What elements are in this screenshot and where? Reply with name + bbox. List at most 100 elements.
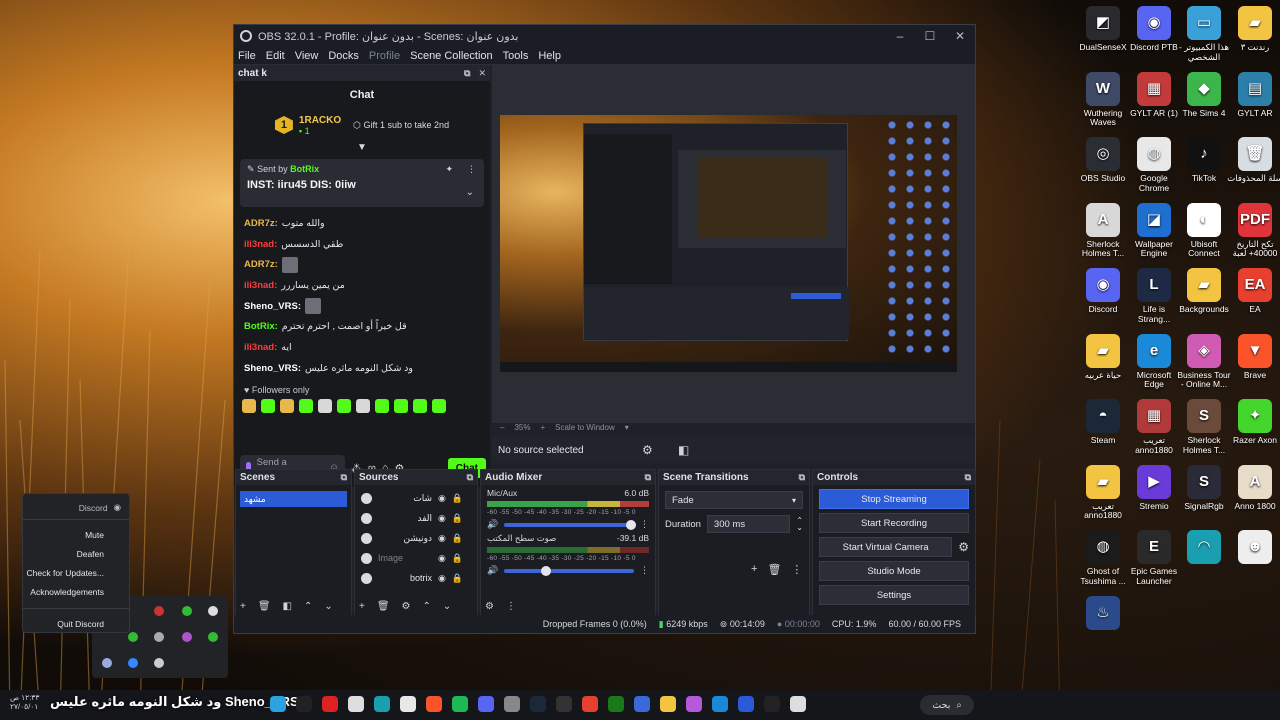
zoom-level[interactable]: 35% [514,423,530,432]
lock-icon[interactable]: 🔒 [452,553,463,564]
mute-menu-item[interactable]: Mute [23,526,129,545]
xbox-icon[interactable] [608,696,624,712]
emote-icon[interactable] [299,398,313,413]
visibility-eye-icon[interactable]: ◉ [438,493,446,504]
zoom-out-icon[interactable]: – [500,423,504,432]
discord-icon[interactable] [478,696,494,712]
visibility-eye-icon[interactable]: ◉ [438,553,446,564]
epic-icon[interactable] [556,696,572,712]
check-updates-menu-item[interactable]: Check for Updates... [23,564,129,583]
duration-input[interactable]: 300 ms [706,515,791,533]
desktop-icon[interactable]: 🗑 سلة المحذوفات [1227,137,1280,184]
app-icon[interactable] [790,696,806,712]
emote-icon[interactable] [318,398,332,413]
preview-canvas[interactable] [492,65,975,423]
emote-icon[interactable] [242,398,256,413]
telegram-icon[interactable] [270,696,286,712]
undock-icon[interactable]: ⧉ [464,68,470,79]
desktop-icon[interactable]: A Anno 1800 [1227,464,1280,512]
menu-scene-collection[interactable]: Scene Collection [410,50,493,62]
tray-icon[interactable] [208,606,218,616]
desktop-icon[interactable]: S Sherlock Holmes T... [1176,399,1232,455]
tray-icon[interactable] [154,658,164,668]
scale-mode[interactable]: Scale to Window [555,423,615,432]
ea-icon[interactable] [582,696,598,712]
maximize-icon[interactable]: ☐ [915,29,945,43]
chrome-icon[interactable] [400,696,416,712]
desktop-icon[interactable]: W Wuthering Waves [1075,71,1131,128]
menu-edit[interactable]: Edit [266,50,285,62]
desktop-icon[interactable]: ◆ The Sims 4 [1176,71,1232,119]
more-options-icon[interactable]: ⋮ [467,164,476,175]
settings-button[interactable]: Settings [819,585,969,605]
visibility-eye-icon[interactable]: ◉ [438,573,446,584]
menu-view[interactable]: View [295,50,319,62]
start-recording-button[interactable]: Start Recording [819,513,969,533]
emote-icon[interactable] [356,398,370,413]
quit-discord-menu-item[interactable]: Quit Discord [23,615,129,634]
emote-icon[interactable] [337,398,351,413]
tray-icon[interactable] [154,606,164,616]
steam-icon[interactable] [530,696,546,712]
source-item[interactable]: شات ◉ 🔒 [355,488,477,508]
chatgpt-icon[interactable] [348,696,364,712]
desktop-icon[interactable]: ▶ Stremio [1126,464,1182,512]
desktop-icon[interactable]: ◪ Wallpaper Engine [1126,202,1182,259]
virtual-camera-settings-icon[interactable]: ⚙ [958,540,969,554]
mixer-settings-icon[interactable]: ⚙ [485,601,494,612]
start-virtual-camera-button[interactable]: Start Virtual Camera [819,537,953,557]
desktop-icon[interactable]: ◠ [1176,530,1232,567]
desktop-icon[interactable]: ♪ TikTok [1176,137,1232,184]
brave-icon[interactable] [426,696,442,712]
dock-undock-icon[interactable]: ⧉ [799,472,805,483]
remove-scene-icon[interactable]: 🗑 [258,601,271,612]
tray-icon[interactable] [182,632,192,642]
copilot-icon[interactable] [686,696,702,712]
desktop-icon[interactable]: ▤ GYLT AR [1227,71,1280,119]
dock-undock-icon[interactable]: ⧉ [341,472,347,483]
volume-slider[interactable] [504,565,634,576]
channel-menu-icon[interactable]: ⋮ [640,519,649,530]
desktop-icon[interactable]: A Sherlock Holmes T... [1075,202,1131,259]
remove-source-icon[interactable]: 🗑 [377,601,390,612]
source-item[interactable]: الفد ◉ 🔒 [355,508,477,528]
tray-icon[interactable] [128,632,138,642]
spotify-icon[interactable] [452,696,468,712]
desktop-icon[interactable]: ◉ Discord PTB [1126,6,1182,53]
zoom-in-icon[interactable]: + [540,423,545,432]
mixer-menu-icon[interactable]: ⋮ [506,601,516,612]
acknowledgements-menu-item[interactable]: Acknowledgements [23,583,129,602]
emote-icon[interactable] [375,398,389,413]
volume-slider-knob[interactable] [626,519,637,530]
desktop-icon[interactable]: ◐ Ubisoft Connect [1176,202,1232,259]
scene-item[interactable]: مشهد [240,491,347,507]
desktop-icon[interactable]: ▰ رندنت ٣ [1227,6,1280,53]
tray-icon[interactable] [102,658,112,668]
tiktok-icon[interactable] [296,696,312,712]
desktop-icon[interactable]: PDF تكح التاريخ 40000+ لعبة [1227,202,1280,259]
menu-file[interactable]: File [238,50,256,62]
minimize-icon[interactable]: – [885,29,915,43]
desktop-icon[interactable]: e Microsoft Edge [1126,333,1182,390]
source-settings-icon[interactable]: ⚙ [402,601,411,612]
desktop-icon[interactable]: ◈ Business Tour - Online M... [1176,333,1232,390]
app-icon[interactable] [374,696,390,712]
menu-profile[interactable]: Profile [369,50,400,62]
add-source-icon[interactable]: + [359,601,365,612]
clock[interactable]: ١٢:٣٣ ص ٢٧/٠٥/٠١ [10,693,39,711]
scene-filters-icon[interactable]: ◧ [283,601,292,612]
desktop-icon[interactable]: E Epic Games Launcher [1126,530,1182,586]
desktop-icon[interactable]: ▦ GYLT AR (1) [1126,71,1182,119]
desktop-icon[interactable]: ◍ Ghost of Tsushima ... [1075,530,1131,586]
emote-icon[interactable] [413,398,427,413]
lock-icon[interactable]: 🔒 [452,533,463,544]
desktop-icon[interactable]: ✦ Razer Axon [1227,399,1280,446]
chevron-down-icon[interactable]: ⌄ [466,187,474,198]
tray-icon[interactable] [128,658,138,668]
source-properties-icon[interactable]: ⚙ [642,443,653,457]
desktop-icon[interactable]: ◓ Steam [1075,399,1131,446]
edge-icon[interactable] [712,696,728,712]
desktop-icon[interactable]: ▰ Backgrounds [1176,268,1232,315]
dock-undock-icon[interactable]: ⧉ [467,472,473,483]
emote-icon[interactable] [280,398,294,413]
